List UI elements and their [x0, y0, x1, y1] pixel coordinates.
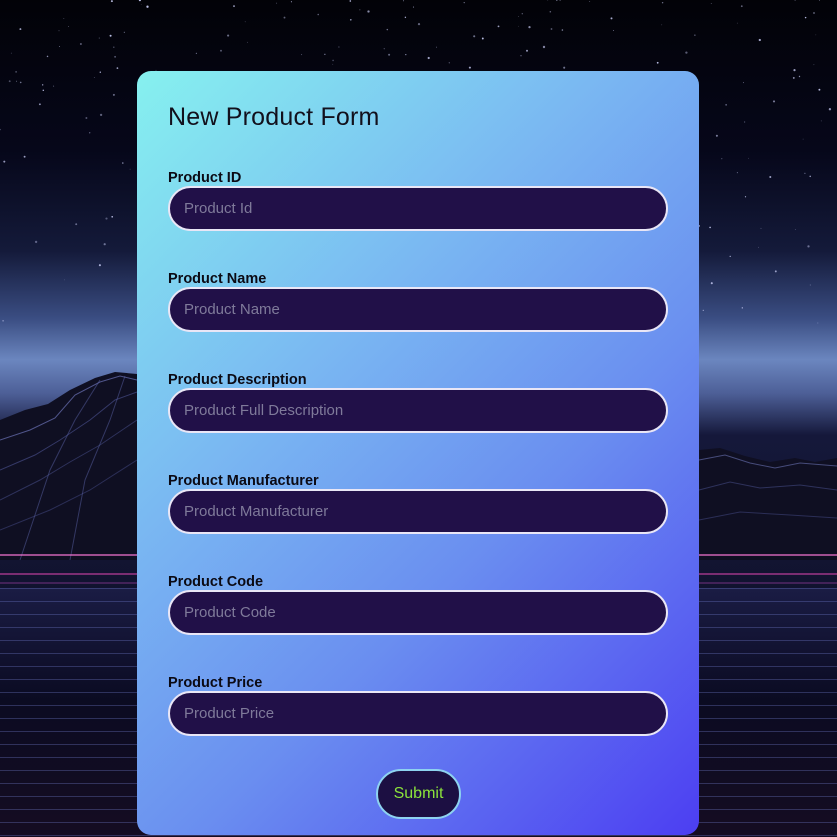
submit-button[interactable]: Submit: [376, 769, 461, 819]
product-description-field: Product Description: [168, 371, 668, 433]
product-manufacturer-label: Product Manufacturer: [168, 473, 319, 489]
product-manufacturer-input[interactable]: [168, 489, 668, 534]
product-price-field: Product Price: [168, 674, 668, 736]
product-form-card: New Product Form Product ID Product Name…: [137, 71, 699, 835]
product-id-label: Product ID: [168, 170, 242, 186]
product-price-input[interactable]: [168, 691, 668, 736]
product-price-label: Product Price: [168, 675, 263, 691]
product-code-input[interactable]: [168, 590, 668, 635]
product-code-field: Product Code: [168, 573, 668, 635]
form-title: New Product Form: [168, 103, 380, 131]
product-code-label: Product Code: [168, 574, 264, 590]
product-name-field: Product Name: [168, 270, 668, 332]
product-id-field: Product ID: [168, 169, 668, 231]
product-name-input[interactable]: [168, 287, 668, 332]
product-manufacturer-field: Product Manufacturer: [168, 472, 668, 534]
product-description-label: Product Description: [168, 372, 307, 388]
product-description-input[interactable]: [168, 388, 668, 433]
product-name-label: Product Name: [168, 271, 267, 287]
product-id-input[interactable]: [168, 186, 668, 231]
